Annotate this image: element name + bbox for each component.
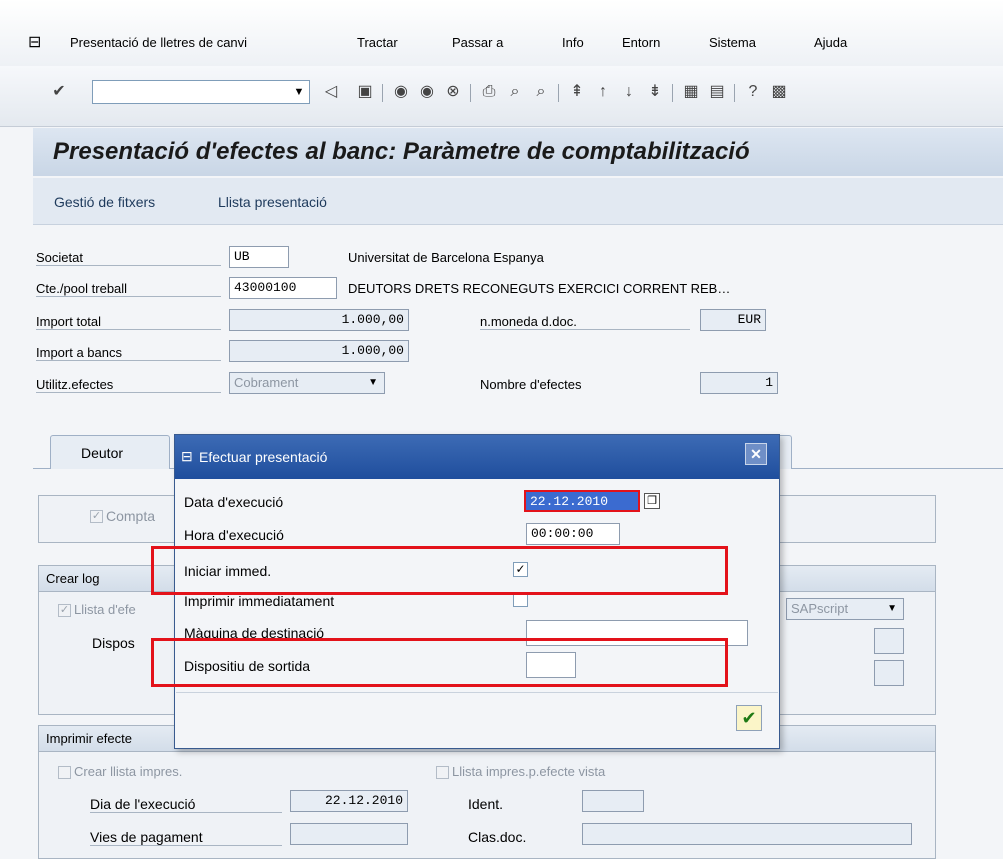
menu-item-tractar[interactable]: Tractar: [357, 35, 398, 50]
dialog-divider: [176, 692, 778, 693]
dispos-small-field-1[interactable]: [874, 628, 904, 654]
gestio-fitxers-button[interactable]: Gestió de fitxers: [54, 194, 155, 210]
exit-icon[interactable]: ◉: [418, 83, 436, 101]
calendar-help-icon[interactable]: ❐: [644, 493, 660, 509]
confirm-button[interactable]: ✔: [736, 705, 762, 731]
menu-item-entorn[interactable]: Entorn: [622, 35, 660, 50]
dispos-small-field-2[interactable]: [874, 660, 904, 686]
imprimir-title: Imprimir efecte: [46, 731, 132, 746]
save-icon[interactable]: ▣: [356, 83, 374, 101]
print-icon[interactable]: ⎙: [480, 83, 498, 101]
utilitz-value: Cobrament: [234, 375, 299, 390]
find-icon[interactable]: ⌕: [506, 83, 524, 101]
compta-label: Compta: [106, 508, 156, 524]
tab-deutor-label: Deutor: [81, 445, 124, 461]
chevron-down-icon: ▼: [368, 377, 378, 388]
menu-item-passar[interactable]: Passar a: [452, 35, 503, 50]
layout-menu-icon[interactable]: ▩: [770, 83, 788, 101]
utilitz-label: Utilitz.efectes: [36, 377, 221, 393]
find-next-icon[interactable]: ⌕: [532, 83, 550, 101]
llista-presentacio-button[interactable]: Llista presentació: [218, 194, 327, 210]
llista-efe-checkbox[interactable]: ✓: [58, 604, 71, 617]
menu-bar: ⊟ Presentació de lletres de canvi Tracta…: [0, 0, 1003, 66]
imprimir-immediatament-label: Imprimir immediatament: [184, 593, 335, 609]
command-dropdown-icon[interactable]: ▼: [288, 80, 310, 104]
crear-llista-label: Crear llista impres.: [74, 764, 183, 779]
last-page-icon[interactable]: ⇟: [646, 83, 664, 101]
sapscript-select[interactable]: SAPscript ▼: [786, 598, 904, 620]
highlight-iniciar-immed: [151, 546, 728, 595]
cte-text: DEUTORS DRETS RECONEGUTS EXERCICI CORREN…: [348, 281, 731, 296]
clas-field[interactable]: [582, 823, 912, 845]
command-field[interactable]: [92, 80, 310, 104]
chevron-down-icon: ▼: [887, 603, 897, 614]
dialog-icon: ⊟: [181, 448, 193, 464]
ident-label: Ident.: [468, 796, 504, 812]
compta-checkbox[interactable]: ✓: [90, 510, 103, 523]
previous-page-icon[interactable]: ↑: [594, 83, 612, 101]
llista-impres-label: Llista impres.p.efecte vista: [452, 764, 606, 779]
llista-impres-checkbox[interactable]: [436, 766, 449, 779]
hora-execucio-field[interactable]: 00:00:00: [526, 523, 620, 545]
moneda-field: EUR: [700, 309, 766, 331]
cancel-icon[interactable]: ⊗: [444, 83, 462, 101]
help-icon[interactable]: ?: [744, 83, 762, 101]
societat-text: Universitat de Barcelona Espanya: [348, 250, 544, 265]
data-execucio-label: Data d'execució: [184, 494, 284, 510]
dia-field: 22.12.2010: [290, 790, 408, 812]
dia-label: Dia de l'execució: [90, 796, 282, 813]
close-icon[interactable]: ✕: [745, 443, 767, 465]
new-session-icon[interactable]: ▦: [682, 83, 700, 101]
utilitz-select[interactable]: Cobrament ▼: [229, 372, 385, 394]
import-total-label: Import total: [36, 314, 221, 330]
application-toolbar: [33, 178, 1003, 225]
import-total-field: 1.000,00: [229, 309, 409, 331]
ident-field[interactable]: [582, 790, 644, 812]
import-bancs-field: 1.000,00: [229, 340, 409, 362]
hora-execucio-label: Hora d'execució: [184, 527, 284, 543]
back-triangle-icon[interactable]: ◁: [322, 83, 340, 101]
societat-label: Societat: [36, 250, 221, 266]
clas-label: Clas.doc.: [468, 829, 527, 845]
next-page-icon[interactable]: ↓: [620, 83, 638, 101]
menu-item-presentacio[interactable]: Presentació de lletres de canvi: [70, 35, 247, 50]
sapscript-value: SAPscript: [791, 601, 849, 616]
societat-field[interactable]: UB: [229, 246, 289, 268]
nombre-label: Nombre d'efectes: [480, 377, 582, 392]
cte-label: Cte./pool treball: [36, 281, 221, 297]
nombre-field: 1: [700, 372, 778, 394]
vies-label: Vies de pagament: [90, 829, 282, 846]
menu-item-ajuda[interactable]: Ajuda: [814, 35, 847, 50]
page-title: Presentació d'efectes al banc: Paràmetre…: [53, 138, 750, 165]
shortcut-icon[interactable]: ▤: [708, 83, 726, 101]
tab-deutor[interactable]: Deutor: [50, 435, 170, 469]
cte-field[interactable]: 43000100: [229, 277, 337, 299]
dispos-label: Dispos: [92, 635, 135, 651]
llista-efe-label: Llista d'efe: [74, 602, 136, 617]
highlight-dispositiu-sortida: [151, 638, 728, 687]
enter-icon[interactable]: ✔: [50, 83, 68, 101]
dialog-title: Efectuar presentació: [199, 449, 328, 465]
menu-item-info[interactable]: Info: [562, 35, 584, 50]
vies-field[interactable]: [290, 823, 408, 845]
crear-llista-checkbox[interactable]: [58, 766, 71, 779]
moneda-label: n.moneda d.doc.: [480, 314, 690, 330]
first-page-icon[interactable]: ⇞: [568, 83, 586, 101]
import-bancs-label: Import a bancs: [36, 345, 221, 361]
menu-item-sistema[interactable]: Sistema: [709, 35, 756, 50]
back-icon[interactable]: ◉: [392, 83, 410, 101]
data-execucio-field[interactable]: 22.12.2010: [524, 490, 640, 512]
menu-icon[interactable]: ⊟: [28, 32, 41, 52]
crear-log-title: Crear log: [46, 571, 100, 586]
